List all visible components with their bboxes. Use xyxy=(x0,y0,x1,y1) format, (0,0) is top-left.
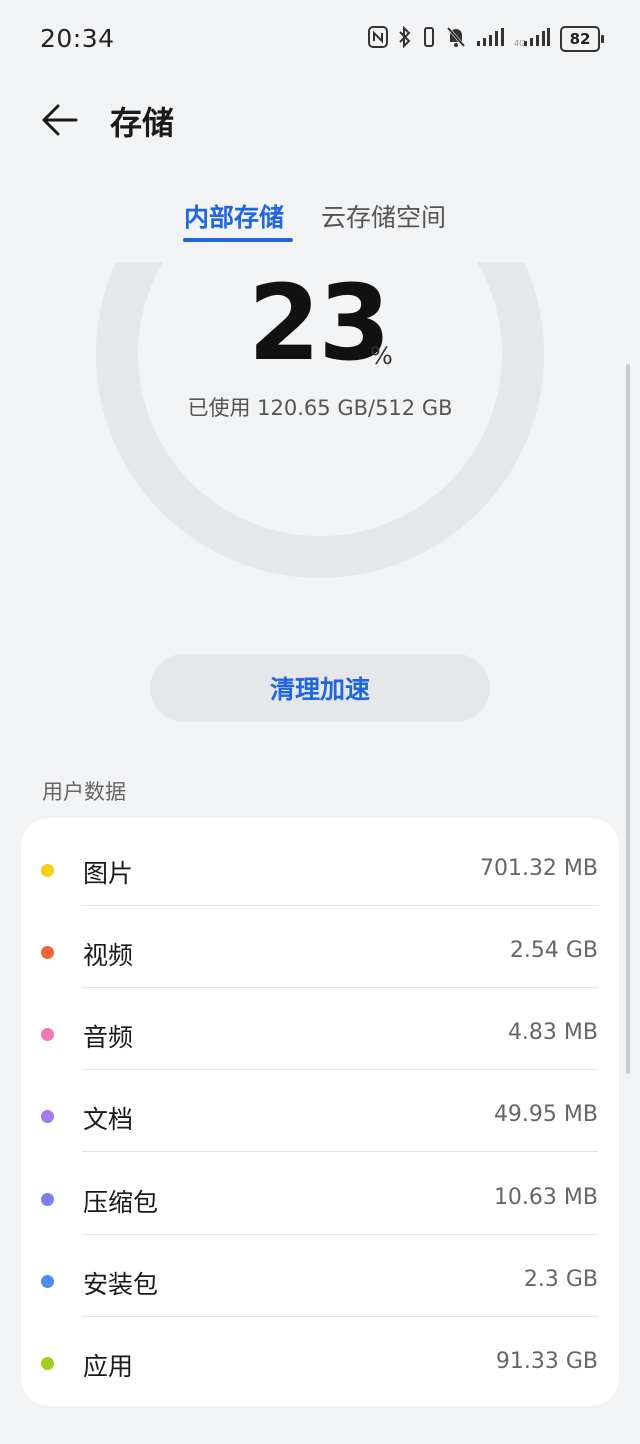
category-size: 2.54 GB xyxy=(509,938,598,963)
section-title-user-data: 用户数据 xyxy=(42,780,126,804)
category-color-dot xyxy=(41,946,54,959)
user-data-list: 图片 701.32 MB 视频 2.54 GB 音频 4.83 MB 文档 49… xyxy=(21,818,619,1406)
battery-indicator: 82 xyxy=(560,26,604,52)
category-size: 4.83 MB xyxy=(507,1020,598,1045)
category-size: 10.63 MB xyxy=(493,1185,598,1210)
tab-cloud-storage[interactable]: 云存储空间 xyxy=(321,198,446,234)
category-size: 2.3 GB xyxy=(523,1267,598,1292)
back-button[interactable] xyxy=(36,96,88,144)
tab-indicator xyxy=(183,238,293,242)
header: 存储 xyxy=(0,88,640,152)
category-label: 文档 xyxy=(83,1105,134,1134)
tab-bar: 内部存储 云存储空间 xyxy=(0,190,640,250)
category-label: 图片 xyxy=(83,859,134,888)
category-color-dot xyxy=(41,1275,54,1288)
usage-percent: 23 xyxy=(248,262,391,384)
nfc-icon xyxy=(368,26,388,52)
list-item-apps[interactable]: 应用 91.33 GB xyxy=(21,1317,619,1399)
used-capacity-text: 已使用 120.65 GB/512 GB xyxy=(187,396,453,420)
category-color-dot xyxy=(41,864,54,877)
page-title: 存储 xyxy=(110,104,175,142)
status-time: 20:34 xyxy=(40,24,115,53)
back-arrow-icon xyxy=(42,104,78,136)
signal-icon-2: 4G xyxy=(514,26,550,52)
status-bar: 20:34 4G 82 xyxy=(0,0,640,80)
category-size: 49.95 MB xyxy=(493,1102,598,1127)
category-color-dot xyxy=(41,1193,54,1206)
status-icons: 4G 82 xyxy=(368,25,604,52)
category-label: 压缩包 xyxy=(83,1188,159,1217)
svg-text:4G: 4G xyxy=(514,39,525,48)
list-item-audio[interactable]: 音频 4.83 MB xyxy=(21,988,619,1070)
category-color-dot xyxy=(41,1357,54,1370)
list-item-documents[interactable]: 文档 49.95 MB xyxy=(21,1070,619,1152)
list-item-images[interactable]: 图片 701.32 MB xyxy=(21,824,619,906)
tab-internal-storage[interactable]: 内部存储 xyxy=(184,198,284,234)
signal-icon xyxy=(476,26,504,52)
vibrate-icon xyxy=(422,26,436,52)
category-color-dot xyxy=(41,1028,54,1041)
category-label: 应用 xyxy=(83,1352,134,1381)
category-label: 安装包 xyxy=(83,1270,159,1299)
divider xyxy=(82,1151,598,1152)
category-size: 701.32 MB xyxy=(479,856,598,881)
bluetooth-icon xyxy=(398,25,412,52)
category-label: 视频 xyxy=(83,941,134,970)
storage-gauge: 23 % 已使用 120.65 GB/512 GB xyxy=(0,262,640,602)
scrollbar[interactable] xyxy=(626,364,630,1074)
mute-bell-icon xyxy=(446,26,466,52)
list-item-videos[interactable]: 视频 2.54 GB xyxy=(21,906,619,988)
category-label: 音频 xyxy=(83,1023,134,1052)
percent-sign: % xyxy=(370,342,393,370)
list-item-installers[interactable]: 安装包 2.3 GB xyxy=(21,1235,619,1317)
list-item-archives[interactable]: 压缩包 10.63 MB xyxy=(21,1153,619,1235)
category-color-dot xyxy=(41,1110,54,1123)
category-size: 91.33 GB xyxy=(495,1349,598,1374)
clean-accelerate-button[interactable]: 清理加速 xyxy=(150,654,490,722)
